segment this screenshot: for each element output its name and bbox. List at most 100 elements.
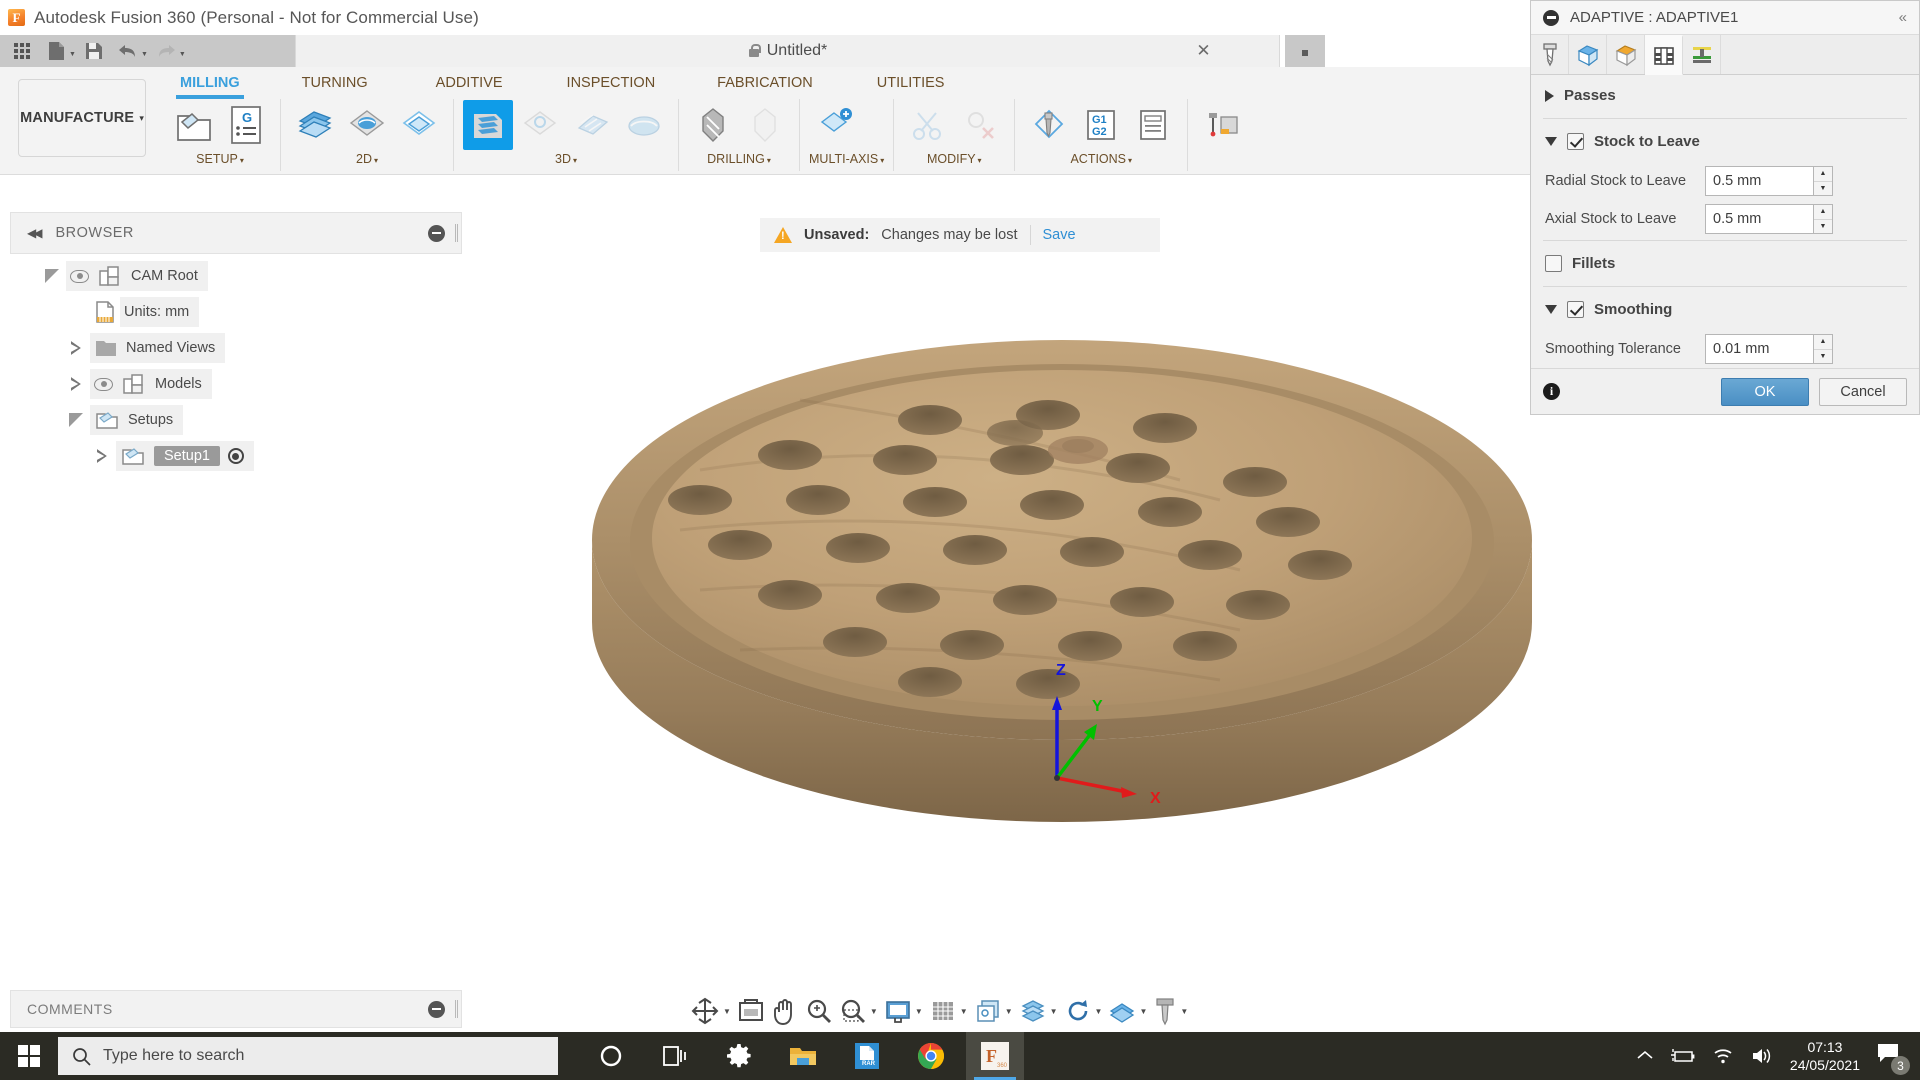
group-label-2d[interactable]: 2D▾: [290, 151, 444, 169]
close-document-tab-icon[interactable]: ✕: [1195, 43, 1212, 60]
tab-tool[interactable]: [1531, 35, 1569, 74]
tool-library-ribbon-icon[interactable]: [1197, 100, 1247, 150]
pocket-2d-icon[interactable]: [342, 100, 392, 150]
face-2d-icon[interactable]: [290, 100, 340, 150]
group-label-actions[interactable]: ACTIONS▾: [1024, 151, 1178, 169]
drill-icon[interactable]: [688, 100, 738, 150]
collapse-dialog-icon[interactable]: [1543, 10, 1559, 26]
undo-icon[interactable]: [112, 38, 144, 64]
setup-sheet-icon[interactable]: [1128, 100, 1178, 150]
orbit-icon[interactable]: ▼: [688, 994, 733, 1028]
radial-stock-increment-icon[interactable]: ▲: [1814, 167, 1832, 182]
chevron-down-icon[interactable]: ▼: [1095, 1007, 1103, 1016]
scallop-3d-icon[interactable]: [619, 100, 669, 150]
twisty-down-icon[interactable]: [38, 269, 66, 283]
new-document-icon[interactable]: [40, 38, 72, 64]
tree-row-setups[interactable]: Setups: [10, 402, 462, 438]
chevron-down-icon[interactable]: ▼: [870, 1007, 878, 1016]
view-cube-icon[interactable]: [735, 995, 767, 1027]
input-radial-stock-to-leave[interactable]: 0.5 mm: [1705, 166, 1813, 196]
section-passes[interactable]: Passes: [1531, 75, 1919, 116]
expand-passes-icon[interactable]: [1545, 90, 1554, 102]
section-smoothing[interactable]: Smoothing: [1531, 289, 1919, 330]
group-label-manage[interactable]: [1197, 151, 1247, 169]
browser-resize-grip[interactable]: [455, 224, 458, 242]
chrome-icon[interactable]: [902, 1032, 960, 1080]
wifi-icon[interactable]: [1712, 1047, 1734, 1065]
smoothing-increment-icon[interactable]: ▲: [1814, 335, 1832, 350]
pocket-clearing-icon[interactable]: [515, 100, 565, 150]
tab-milling[interactable]: MILLING: [172, 71, 248, 97]
comments-expand-icon[interactable]: [428, 1001, 445, 1018]
viewports-icon[interactable]: ▼: [972, 995, 1015, 1027]
parallel-3d-icon[interactable]: [567, 100, 617, 150]
display-settings-icon[interactable]: ▼: [882, 995, 925, 1027]
start-button[interactable]: [0, 1032, 58, 1080]
contour-2d-icon[interactable]: [394, 100, 444, 150]
tab-turning[interactable]: TURNING: [294, 71, 376, 97]
swarf-multiaxis-icon[interactable]: [809, 100, 859, 150]
radial-stock-decrement-icon[interactable]: ▼: [1814, 182, 1832, 196]
task-view-icon[interactable]: [646, 1032, 704, 1080]
delete-x-icon[interactable]: [955, 100, 1005, 150]
stock-visibility-icon[interactable]: ▼: [1017, 995, 1060, 1027]
tab-linking[interactable]: [1683, 35, 1721, 74]
save-link[interactable]: Save: [1043, 227, 1076, 243]
redo-icon[interactable]: [150, 38, 182, 64]
collapse-stock-icon[interactable]: [1545, 137, 1557, 146]
collapse-smoothing-icon[interactable]: [1545, 305, 1557, 314]
settings-gear-icon[interactable]: [710, 1032, 768, 1080]
setup-icon[interactable]: [169, 100, 219, 150]
group-label-3d[interactable]: 3D▾: [463, 151, 669, 169]
group-label-setup[interactable]: SETUP▾: [169, 151, 271, 169]
smoothing-checkbox[interactable]: [1567, 301, 1584, 318]
tree-row-units[interactable]: Units: mm: [10, 294, 462, 330]
tab-inspection[interactable]: INSPECTION: [559, 71, 664, 97]
app-grid-icon[interactable]: [6, 38, 38, 64]
group-label-modify[interactable]: MODIFY▾: [903, 151, 1005, 169]
winrar-icon[interactable]: RAR: [838, 1032, 896, 1080]
taskbar-clock[interactable]: 07:13 24/05/2021: [1790, 1038, 1860, 1074]
document-tab[interactable]: Untitled*: [295, 35, 1280, 67]
tab-geometry[interactable]: [1569, 35, 1607, 74]
workspace-selector[interactable]: MANUFACTURE ▾: [18, 79, 146, 157]
notification-center-button[interactable]: 3: [1876, 1041, 1906, 1071]
twisty-right-icon[interactable]: [62, 341, 90, 355]
ok-button[interactable]: OK: [1721, 378, 1809, 406]
axial-stock-decrement-icon[interactable]: ▼: [1814, 220, 1832, 234]
file-explorer-icon[interactable]: [774, 1032, 832, 1080]
generate-toolpath-icon[interactable]: [1024, 100, 1074, 150]
visibility-eye-icon[interactable]: [94, 378, 113, 391]
undo-caret-icon[interactable]: ▼: [141, 51, 148, 58]
tree-row-named-views[interactable]: Named Views: [10, 330, 462, 366]
tab-additive[interactable]: ADDITIVE: [428, 71, 511, 97]
chevron-down-icon[interactable]: ▼: [915, 1007, 923, 1016]
smoothing-decrement-icon[interactable]: ▼: [1814, 350, 1832, 364]
chevron-down-icon[interactable]: ▼: [1139, 1007, 1147, 1016]
dialog-chevron-icon[interactable]: «: [1899, 9, 1907, 26]
tree-row-setup1[interactable]: Setup1: [10, 438, 462, 474]
battery-icon[interactable]: [1670, 1048, 1696, 1064]
visibility-eye-icon[interactable]: [70, 270, 89, 283]
group-label-multi-axis[interactable]: MULTI-AXIS▾: [809, 151, 884, 169]
grid-snaps-icon[interactable]: ▼: [927, 995, 970, 1027]
save-icon[interactable]: [78, 38, 110, 64]
input-axial-stock-to-leave[interactable]: 0.5 mm: [1705, 204, 1813, 234]
cortana-icon[interactable]: [582, 1032, 640, 1080]
zoom-window-icon[interactable]: ▼: [837, 995, 880, 1027]
twisty-right-icon[interactable]: [62, 377, 90, 391]
fusion360-icon[interactable]: F360: [966, 1032, 1024, 1080]
section-stock-to-leave[interactable]: Stock to Leave: [1531, 121, 1919, 162]
cancel-button[interactable]: Cancel: [1819, 378, 1907, 406]
twisty-down-icon[interactable]: [62, 413, 90, 427]
pan-hand-icon[interactable]: [769, 994, 801, 1028]
axial-stock-increment-icon[interactable]: ▲: [1814, 205, 1832, 220]
tab-fabrication[interactable]: FABRICATION: [709, 71, 821, 97]
simulation-icon[interactable]: ▼: [1062, 995, 1105, 1027]
stock-to-leave-checkbox[interactable]: [1567, 133, 1584, 150]
browser-minimize-icon[interactable]: [428, 225, 445, 242]
tab-heights[interactable]: [1607, 35, 1645, 74]
cut-scissors-icon[interactable]: [903, 100, 953, 150]
tool-library-icon[interactable]: ▼: [1151, 994, 1190, 1028]
info-icon[interactable]: i: [1543, 383, 1560, 400]
